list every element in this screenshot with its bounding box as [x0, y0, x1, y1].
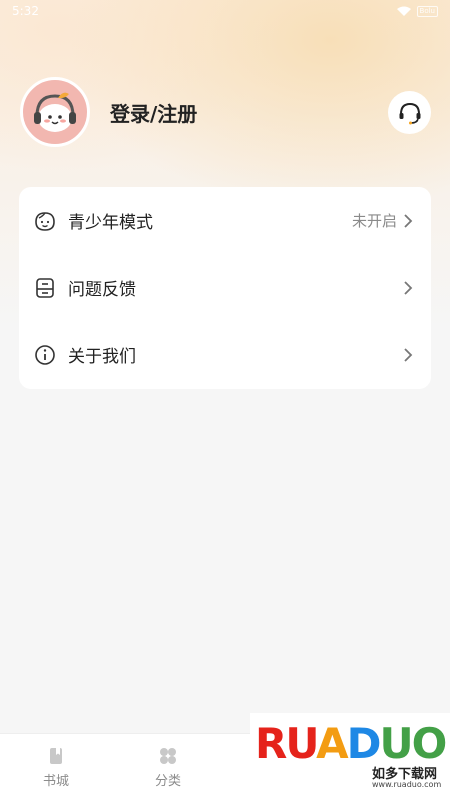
login-register-link[interactable]: 登录/注册 [110, 98, 197, 127]
grid-icon [160, 748, 176, 764]
feedback-icon [33, 276, 57, 300]
menu-item-youth-mode[interactable]: 青少年模式 未开启 [19, 187, 431, 254]
menu-item-label: 关于我们 [68, 347, 136, 367]
chevron-right-icon [404, 280, 413, 295]
profile-section[interactable]: 登录/注册 [20, 77, 197, 147]
customer-service-button[interactable] [388, 91, 431, 134]
youth-mode-status: 未开启 [351, 212, 397, 230]
info-icon [33, 343, 57, 367]
headphone-mascot-icon [34, 92, 76, 132]
menu-item-label: 问题反馈 [68, 280, 136, 300]
tab-label: 分类 [154, 774, 181, 789]
watermark-logo: RUADUO 如多下载网 www.ruaduo.com [250, 713, 450, 800]
headset-icon [399, 102, 420, 124]
status-time: 5:32 [12, 4, 39, 18]
menu-item-label: 青少年模式 [68, 213, 153, 233]
wifi-icon [396, 6, 411, 16]
watermark-url: www.ruaduo.com [372, 780, 442, 789]
avatar[interactable] [20, 77, 90, 147]
status-bar: 5:32 Bolu [0, 0, 450, 22]
book-icon [50, 748, 62, 764]
watermark-wordmark: RUADUO [255, 719, 447, 768]
status-icons: Bolu [396, 5, 438, 17]
tab-bookstore[interactable]: 书城 [0, 734, 112, 800]
settings-menu: 青少年模式 未开启 问题反馈 关于我们 [19, 187, 431, 389]
chevron-right-icon [404, 213, 413, 228]
tab-category[interactable]: 分类 [112, 734, 224, 800]
menu-item-feedback[interactable]: 问题反馈 [19, 254, 431, 321]
menu-item-about[interactable]: 关于我们 [19, 321, 431, 388]
face-icon [33, 209, 57, 233]
battery-icon: Bolu [416, 5, 438, 17]
tab-label: 书城 [42, 774, 69, 789]
chevron-right-icon [404, 347, 413, 362]
